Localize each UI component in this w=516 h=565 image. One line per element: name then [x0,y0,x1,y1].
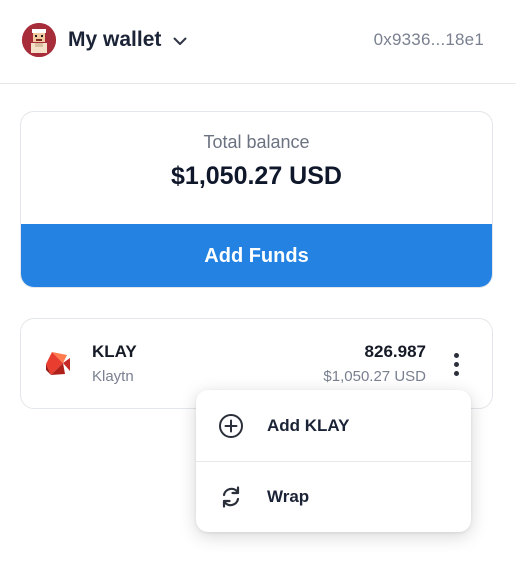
refresh-icon [217,483,245,511]
add-funds-button[interactable]: Add Funds [21,224,492,287]
menu-item-add-klay[interactable]: Add KLAY [196,390,471,462]
menu-item-wrap[interactable]: Wrap [196,461,471,532]
more-vertical-icon[interactable] [446,349,466,379]
wallet-address[interactable]: 0x9336...18e1 [374,30,484,50]
plus-circle-icon [217,412,245,440]
token-amount: 826.987 [364,342,426,361]
balance-card: Total balance $1,050.27 USD Add Funds [20,111,493,288]
wallet-switcher[interactable]: My wallet [22,22,189,58]
token-symbol: KLAY [92,342,137,361]
token-actions-menu: Add KLAY Wrap [196,390,471,532]
token-usd-value: $1,050.27 USD [323,368,426,385]
token-name: Klaytn [92,368,134,385]
total-balance-value: $1,050.27 USD [171,162,342,190]
menu-item-label: Add KLAY [267,415,350,435]
total-balance-label: Total balance [203,132,310,152]
wallet-header: My wallet 0x9336...18e1 [0,0,516,84]
pixel-avatar-icon [22,23,56,57]
wallet-name: My wallet [68,28,162,51]
klaytn-logo-icon [43,349,73,379]
chevron-down-icon[interactable] [171,32,189,50]
menu-item-label: Wrap [267,486,310,506]
